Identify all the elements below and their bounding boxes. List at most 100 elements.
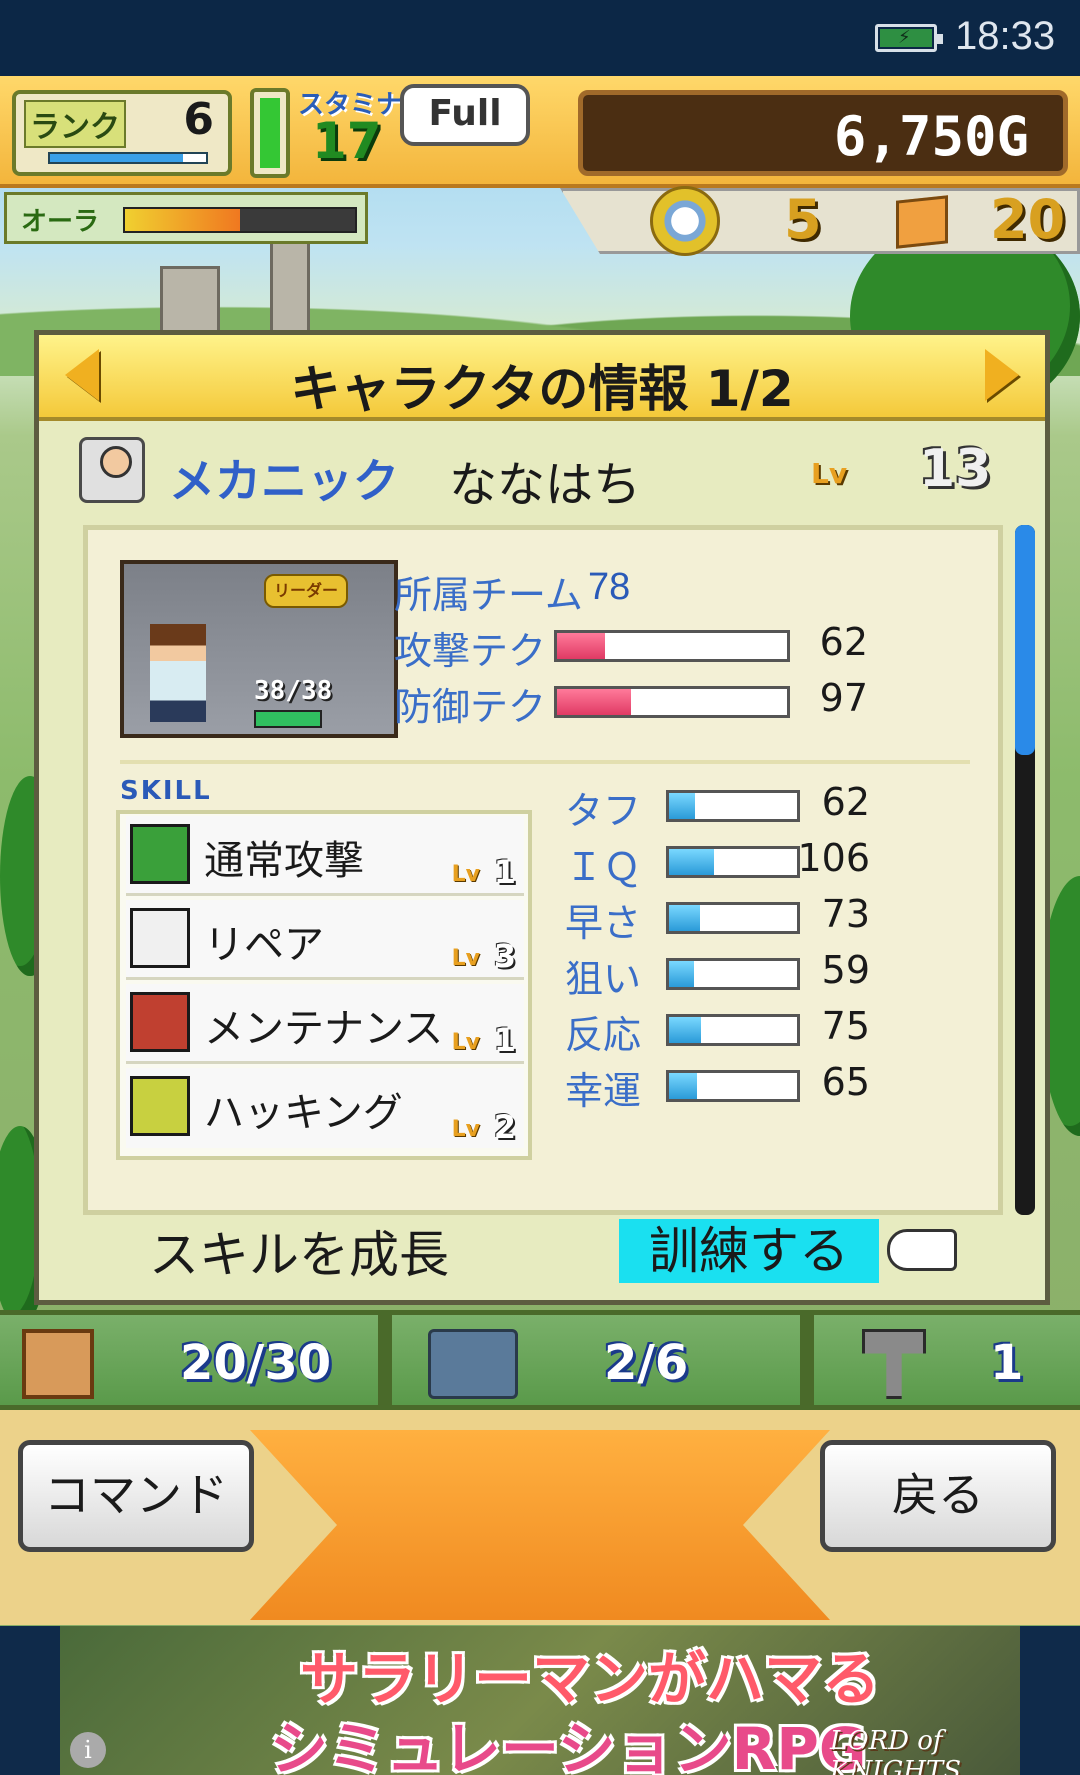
- crate-icon: [22, 1329, 94, 1399]
- medal-icon: [650, 186, 720, 256]
- rank-box[interactable]: ランク 6: [12, 90, 232, 176]
- rank-progress-bar: [48, 152, 208, 164]
- level-value: 13: [919, 439, 992, 499]
- hammer-icon: [862, 1329, 926, 1399]
- stat-value: 59: [821, 948, 870, 992]
- top-hud: ランク 6 スタミナ 17 Full 6,750G: [0, 76, 1080, 188]
- scrollbar-thumb[interactable]: [1015, 525, 1035, 755]
- job-name: メカニック: [169, 454, 399, 508]
- ad-margin: [1020, 1626, 1080, 1775]
- defense-label: 防御テク: [394, 685, 547, 729]
- train-button[interactable]: 訓練する: [619, 1219, 879, 1283]
- skill-item[interactable]: ハッキング Lv 2: [126, 1068, 524, 1148]
- ad-logo: LORD of KNIGHTS: [830, 1726, 962, 1775]
- stamina-gauge: [250, 88, 290, 178]
- attack-bar: [554, 630, 790, 662]
- skill-item[interactable]: メンテナンス Lv 1: [126, 984, 524, 1064]
- arrow-right-icon[interactable]: [985, 349, 1019, 401]
- stat-value: 62: [821, 780, 870, 824]
- stat-label: 狙い: [564, 957, 641, 1001]
- character-portrait: リーダー 38/38: [120, 560, 398, 738]
- skill-lv-value: 1: [493, 853, 516, 891]
- stat-bar: [666, 846, 800, 878]
- laptop-hacking-icon: [130, 1076, 190, 1136]
- rank-value: 6: [183, 94, 214, 145]
- skill-name: リペア: [204, 922, 324, 968]
- skill-item[interactable]: 通常攻撃 Lv 1: [126, 816, 524, 896]
- repair-kit-icon: [130, 908, 190, 968]
- stat-value: 106: [797, 836, 870, 880]
- mechanic-icon: [79, 437, 145, 503]
- team-value: 78: [588, 566, 631, 608]
- command-button[interactable]: コマンド: [18, 1440, 254, 1552]
- stat-bar: [666, 958, 800, 990]
- character-details: リーダー 38/38 所属チーム 78 攻撃テク 62 防御テク 97 SKIL…: [83, 525, 1003, 1215]
- defense-bar: [554, 686, 790, 718]
- section-divider: [120, 760, 970, 764]
- stat-value: 65: [821, 1060, 870, 1104]
- skill-name: ハッキング: [204, 1090, 403, 1136]
- hammer-count: 1: [990, 1335, 1024, 1391]
- panel-title: キャラクタの情報 1/2: [290, 360, 794, 418]
- level-label: Lv: [811, 457, 848, 490]
- skill-item[interactable]: リペア Lv 3: [126, 900, 524, 980]
- status-clock: 18:33: [955, 14, 1056, 58]
- stat-label: 反応: [564, 1013, 641, 1057]
- skill-lv-label: Lv: [451, 1117, 480, 1142]
- stat-label: ＩＱ: [564, 845, 641, 889]
- ad-banner[interactable]: サラリーマンがハマる シミュレーションRPG LORD of KNIGHTS i: [60, 1626, 1020, 1775]
- hp-bar: [254, 710, 322, 728]
- character-name: ななはち: [449, 457, 642, 513]
- gold-display: 6,750G: [578, 90, 1068, 176]
- defense-value: 97: [819, 676, 868, 720]
- grow-skill-label: スキルを成長: [149, 1226, 449, 1284]
- resource-separator: [378, 1315, 392, 1415]
- airplane-icon: [428, 1329, 518, 1399]
- stat-bar: [666, 1014, 800, 1046]
- back-button[interactable]: 戻る: [820, 1440, 1056, 1552]
- medal-count: 5: [784, 188, 822, 251]
- character-header: メカニック ななはち Lv 13: [39, 427, 1045, 523]
- stat-bar: [666, 1070, 800, 1102]
- stat-value: 75: [821, 1004, 870, 1048]
- stamina-full-badge: Full: [400, 84, 530, 146]
- stamina-value: 17: [312, 112, 382, 170]
- stat-label: 早さ: [564, 901, 641, 945]
- skill-name: メンテナンス: [204, 1006, 444, 1052]
- skill-lv-label: Lv: [451, 862, 480, 887]
- team-label: 所属チーム: [394, 573, 583, 617]
- wrench-tools-icon: [130, 992, 190, 1052]
- resource-bar: 20/30 2/6 1: [0, 1310, 1080, 1415]
- secondary-hud: オーラ 5 20: [0, 186, 1080, 256]
- aura-bar: [123, 207, 357, 233]
- leader-badge: リーダー: [264, 574, 348, 608]
- battery-charging-icon: ⚡: [875, 24, 943, 52]
- character-sprite: [150, 624, 206, 722]
- aura-box: オーラ: [4, 192, 368, 244]
- attack-value: 62: [819, 620, 868, 664]
- stat-value: 73: [821, 892, 870, 936]
- panel-title-bar: キャラクタの情報 1/2: [39, 335, 1045, 421]
- crate-count: 20/30: [180, 1335, 332, 1391]
- status-bar: ⚡ 18:33: [0, 0, 1080, 76]
- stat-bar: [666, 790, 800, 822]
- stat-label: タフ: [564, 789, 641, 833]
- airplane-count: 2/6: [604, 1335, 689, 1391]
- ad-subheadline: シミュレーションRPG: [270, 1715, 867, 1775]
- skill-lv-value: 3: [493, 937, 516, 975]
- box-icon: [896, 195, 948, 249]
- skill-name: 通常攻撃: [204, 838, 364, 884]
- rank-label: ランク: [24, 100, 126, 148]
- hp-value: 38/38: [254, 676, 333, 706]
- box-count: 20: [990, 188, 1066, 251]
- skill-section-title: SKILL: [120, 776, 212, 806]
- stat-label: 幸運: [564, 1069, 641, 1113]
- command-area: コマンド 戻る: [0, 1410, 1080, 1625]
- pointing-hand-icon: [887, 1229, 957, 1271]
- skill-list: 通常攻撃 Lv 1 リペア Lv 3 メンテナンス Lv 1 ハッキング Lv …: [116, 810, 532, 1160]
- character-info-panel: キャラクタの情報 1/2 メカニック ななはち Lv 13 リーダー 38/38…: [34, 330, 1050, 1305]
- skill-lv-value: 2: [493, 1108, 516, 1146]
- stat-bar: [666, 902, 800, 934]
- ad-margin: [0, 1626, 60, 1775]
- info-icon[interactable]: i: [70, 1732, 106, 1768]
